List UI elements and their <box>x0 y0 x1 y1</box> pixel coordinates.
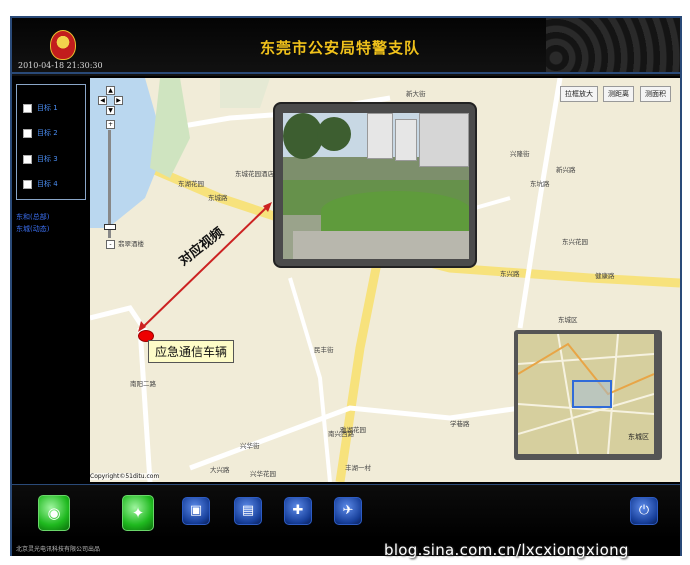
sidebar: 目标 1 目标 2 目标 3 目标 4 东和(总部) 东城(动态) <box>12 78 90 482</box>
box-zoom-button[interactable]: 拉框放大 <box>560 86 598 102</box>
video-feed <box>283 113 469 259</box>
locate-icon: ◉ <box>47 504 61 522</box>
tile-map-button[interactable]: ✈ <box>334 497 362 525</box>
sidebar-note-2[interactable]: 东城(动态) <box>16 224 49 234</box>
map-canvas[interactable]: ▲ ◀ ▶ ▼ + - 拉框放大 测距离 测面积 东城路 东城花园酒店 东湖花园… <box>90 78 680 482</box>
page-title: 东莞市公安局特警支队 <box>260 39 421 57</box>
target-item-2[interactable]: 目标 2 <box>23 127 58 139</box>
pan-right-button[interactable]: ▶ <box>114 96 123 105</box>
checkbox[interactable] <box>23 128 32 138</box>
power-button[interactable]: ⏻ <box>630 497 658 525</box>
target-item-1[interactable]: 目标 1 <box>23 102 58 114</box>
header-bar: 2010-04-18 21:30:30 东莞市公安局特警支队 <box>12 18 680 76</box>
video-split-button[interactable]: ▤ <box>234 497 262 525</box>
street-label: 丰湖一村 <box>345 464 371 472</box>
street-label: 东城花园酒店 <box>235 170 274 178</box>
pan-map-button[interactable]: ✚ <box>284 497 312 525</box>
measure-distance-button[interactable]: 测距离 <box>603 86 634 102</box>
street-label: 学巷路 <box>450 420 470 428</box>
video-window-button[interactable]: ▣ <box>182 497 210 525</box>
target-label: 目标 4 <box>37 180 58 188</box>
copyright: Copyright©51ditu.com <box>90 473 160 480</box>
zoom-slider[interactable] <box>108 130 111 238</box>
overview-minimap[interactable]: 东城区 <box>514 330 662 460</box>
street-label: 东兴花园 <box>562 238 588 246</box>
blog-watermark: blog.sina.com.cn/lxcxiongxiong <box>384 541 629 559</box>
power-icon: ⏻ <box>638 503 650 518</box>
pan-up-button[interactable]: ▲ <box>106 86 115 95</box>
tile-icon: ✈ <box>342 503 354 518</box>
map-overview-button[interactable]: ✦ <box>122 495 154 531</box>
street-label: 东城区 <box>558 316 578 324</box>
street-label: 东城路 <box>208 194 228 202</box>
split-icon: ▤ <box>241 503 255 518</box>
street-label: 大兴路 <box>210 466 230 474</box>
street-label: 健康路 <box>595 272 615 280</box>
sidebar-note-1[interactable]: 东和(总部) <box>16 212 49 222</box>
target-label: 目标 3 <box>37 155 58 163</box>
street-label: 兴隆街 <box>510 150 530 158</box>
target-label: 目标 2 <box>37 129 58 137</box>
footer-company: 北京灵光电讯科技有限公司出品 <box>16 546 101 553</box>
district-label: 东城区 <box>628 433 649 441</box>
target-item-4[interactable]: 目标 4 <box>23 178 58 190</box>
zoom-slider-handle[interactable] <box>104 224 116 230</box>
street-label: 兴华花园 <box>250 470 276 478</box>
pan-left-button[interactable]: ◀ <box>98 96 107 105</box>
video-icon: ▣ <box>189 503 203 518</box>
checkbox[interactable] <box>23 179 32 189</box>
street-label: 新兴路 <box>556 166 576 174</box>
street-label: 东坑路 <box>530 180 550 188</box>
bottom-toolbar: ◉ ✦ ▣ ▤ ✚ ✈ ⏻ <box>12 484 680 539</box>
video-window[interactable] <box>273 102 477 268</box>
zoom-control[interactable]: ▲ ◀ ▶ ▼ + - <box>95 84 125 254</box>
vehicle-label: 应急通信车辆 <box>148 340 235 363</box>
zoom-out-button[interactable]: - <box>106 240 115 249</box>
police-emblem-icon <box>50 30 76 60</box>
street-label: 翡翠酒楼 <box>118 240 144 248</box>
street-label: 南阳二路 <box>130 380 156 388</box>
zoom-in-button[interactable]: + <box>106 120 115 129</box>
street-label: 民丰街 <box>314 346 334 354</box>
checkbox[interactable] <box>23 103 32 113</box>
street-label: 东兴路 <box>500 270 520 278</box>
header-divider <box>12 72 680 74</box>
target-list: 目标 1 目标 2 目标 3 目标 4 <box>16 84 86 200</box>
connector-line <box>141 205 269 329</box>
map-icon: ✦ <box>131 504 145 522</box>
checkbox[interactable] <box>23 154 32 164</box>
measure-area-button[interactable]: 测面积 <box>640 86 671 102</box>
target-item-3[interactable]: 目标 3 <box>23 153 58 165</box>
target-locate-button[interactable]: ◉ <box>38 495 70 531</box>
pan-down-button[interactable]: ▼ <box>106 106 115 115</box>
street-label: 雅湖花园 <box>340 426 366 434</box>
minimap-canvas: 东城区 <box>518 334 654 454</box>
target-label: 目标 1 <box>37 104 58 112</box>
street-label: 东湖花园 <box>178 180 204 188</box>
datetime: 2010-04-18 21:30:30 <box>18 61 103 70</box>
street-label: 新大街 <box>406 90 426 98</box>
street-label: 兴华街 <box>240 442 260 450</box>
pan-icon: ✚ <box>292 503 304 518</box>
header-banner-image <box>546 18 680 72</box>
minimap-viewport[interactable] <box>572 380 612 408</box>
